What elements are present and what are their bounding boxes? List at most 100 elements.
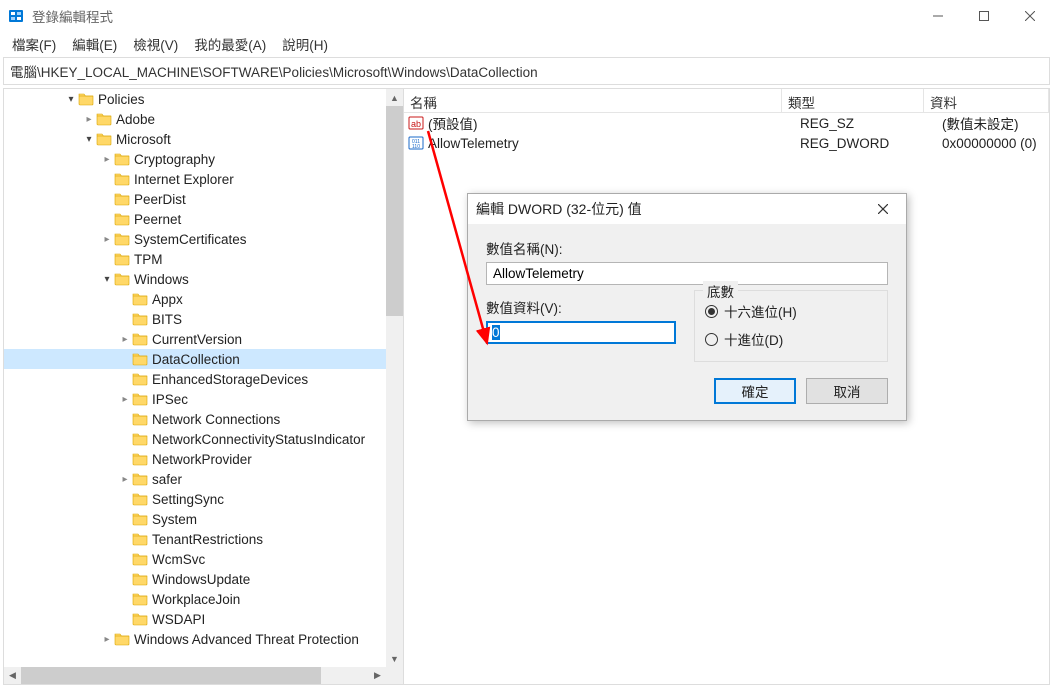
scroll-thumb[interactable]	[21, 667, 321, 684]
tree-item[interactable]: ▸ CurrentVersion	[4, 329, 386, 349]
ok-button[interactable]: 確定	[714, 378, 796, 404]
folder-icon	[132, 491, 148, 507]
chevron-right-icon[interactable]: ▸	[118, 394, 132, 405]
tree-item[interactable]: ▸safer	[4, 469, 386, 489]
chevron-right-icon[interactable]: ▸	[118, 474, 132, 485]
tree-item-label: Peernet	[134, 212, 187, 227]
chevron-right-icon[interactable]: ▸	[100, 154, 114, 165]
col-name[interactable]: 名稱	[404, 89, 782, 112]
tree-item-label: WorkplaceJoin	[152, 592, 246, 607]
base-group: 底數 十六進位(H) 十進位(D)	[694, 290, 888, 362]
radio-hex[interactable]: 十六進位(H)	[705, 297, 877, 325]
tree-item-label: CurrentVersion	[152, 332, 248, 347]
tree-item[interactable]: WSDAPI	[4, 609, 386, 629]
chevron-down-icon[interactable]: ▾	[64, 94, 78, 105]
tree-item-label: Appx	[152, 292, 189, 307]
tree-item-label: Cryptography	[134, 152, 221, 167]
value-type: REG_DWORD	[800, 136, 942, 151]
minimize-button[interactable]	[915, 0, 961, 32]
tree-item[interactable]: SettingSync	[4, 489, 386, 509]
tree-item-label: Microsoft	[116, 132, 177, 147]
tree-item[interactable]: NetworkProvider	[4, 449, 386, 469]
tree-item-label: WcmSvc	[152, 552, 211, 567]
string-value-icon: ab	[408, 115, 424, 131]
folder-icon	[132, 411, 148, 427]
folder-icon	[132, 391, 148, 407]
scroll-corner	[386, 667, 403, 684]
tree-item[interactable]: BITS	[4, 309, 386, 329]
tree-item[interactable]: ▸SystemCertificates	[4, 229, 386, 249]
menu-edit[interactable]: 編輯(E)	[64, 32, 125, 56]
tree-item[interactable]: Appx	[4, 289, 386, 309]
folder-icon	[114, 151, 130, 167]
tree-vscrollbar[interactable]: ▲ ▼	[386, 89, 403, 667]
value-name-input[interactable]	[486, 262, 888, 285]
value-type: REG_SZ	[800, 116, 942, 131]
tree-item[interactable]: EnhancedStorageDevices	[4, 369, 386, 389]
value-name-label: 數值名稱(N):	[486, 238, 888, 258]
close-button[interactable]	[1007, 0, 1053, 32]
dialog-body: 數值名稱(N): 數值資料(V): 底數 十六進位(H) 十進位(D)	[468, 224, 906, 362]
tree-item-label: SettingSync	[152, 492, 230, 507]
cancel-button[interactable]: 取消	[806, 378, 888, 404]
dialog-titlebar[interactable]: 編輯 DWORD (32-位元) 值	[468, 194, 906, 224]
folder-icon	[132, 531, 148, 547]
tree-item[interactable]: ▸ Windows Advanced Threat Protection	[4, 629, 386, 649]
tree-hscrollbar[interactable]: ◀ ▶	[4, 667, 386, 684]
tree-item[interactable]: WcmSvc	[4, 549, 386, 569]
radio-dot-icon	[705, 333, 718, 346]
tree-item[interactable]: WindowsUpdate	[4, 569, 386, 589]
scroll-thumb[interactable]	[386, 106, 403, 316]
value-data-input[interactable]	[486, 321, 676, 344]
menu-view[interactable]: 檢視(V)	[125, 32, 186, 56]
tree-item[interactable]: ▾Windows	[4, 269, 386, 289]
tree-item[interactable]: ▸ Cryptography	[4, 149, 386, 169]
folder-icon	[96, 111, 112, 127]
col-data[interactable]: 資料	[924, 89, 1049, 112]
tree-item-label: BITS	[152, 312, 188, 327]
tree-item[interactable]: System	[4, 509, 386, 529]
tree-item[interactable]: WorkplaceJoin	[4, 589, 386, 609]
folder-icon	[132, 611, 148, 627]
tree-item[interactable]: Peernet	[4, 209, 386, 229]
dialog-close-button[interactable]	[868, 194, 898, 224]
scroll-right-icon[interactable]: ▶	[369, 667, 386, 684]
tree-item[interactable]: ▾ Microsoft	[4, 129, 386, 149]
radio-dot-icon	[705, 305, 718, 318]
chevron-right-icon[interactable]: ▸	[100, 634, 114, 645]
scroll-down-icon[interactable]: ▼	[386, 650, 403, 667]
scroll-up-icon[interactable]: ▲	[386, 89, 403, 106]
chevron-down-icon[interactable]: ▾	[82, 134, 96, 145]
list-row[interactable]: ab(預設值)REG_SZ(數值未設定)	[404, 113, 1049, 133]
list-row[interactable]: 011110AllowTelemetryREG_DWORD0x00000000 …	[404, 133, 1049, 153]
tree-item-label: Windows Advanced Threat Protection	[134, 632, 365, 647]
maximize-button[interactable]	[961, 0, 1007, 32]
menu-help[interactable]: 說明(H)	[274, 32, 336, 56]
radio-dec[interactable]: 十進位(D)	[705, 325, 877, 353]
tree-item[interactable]: NetworkConnectivityStatusIndicator	[4, 429, 386, 449]
tree-item[interactable]: ▸IPSec	[4, 389, 386, 409]
menu-file[interactable]: 檔案(F)	[4, 32, 64, 56]
tree-item[interactable]: ▸Adobe	[4, 109, 386, 129]
tree-item[interactable]: DataCollection	[4, 349, 386, 369]
chevron-down-icon[interactable]: ▾	[100, 274, 114, 285]
address-bar[interactable]: 電腦\HKEY_LOCAL_MACHINE\SOFTWARE\Policies\…	[3, 57, 1050, 85]
chevron-right-icon[interactable]: ▸	[100, 234, 114, 245]
chevron-right-icon[interactable]: ▸	[82, 114, 96, 125]
tree-item[interactable]: ▾Policies	[4, 89, 386, 109]
tree-item[interactable]: Network Connections	[4, 409, 386, 429]
tree-item-label: Network Connections	[152, 412, 286, 427]
chevron-right-icon[interactable]: ▸	[118, 334, 132, 345]
tree-item-label: TenantRestrictions	[152, 532, 269, 547]
tree-item[interactable]: Internet Explorer	[4, 169, 386, 189]
tree-item[interactable]: PeerDist	[4, 189, 386, 209]
menu-favorites[interactable]: 我的最愛(A)	[186, 32, 274, 56]
dword-value-icon: 011110	[408, 135, 424, 151]
col-type[interactable]: 類型	[782, 89, 924, 112]
tree-item[interactable]: TenantRestrictions	[4, 529, 386, 549]
folder-icon	[132, 471, 148, 487]
folder-icon	[114, 271, 130, 287]
scroll-left-icon[interactable]: ◀	[4, 667, 21, 684]
window-controls	[915, 0, 1053, 32]
tree-item[interactable]: TPM	[4, 249, 386, 269]
